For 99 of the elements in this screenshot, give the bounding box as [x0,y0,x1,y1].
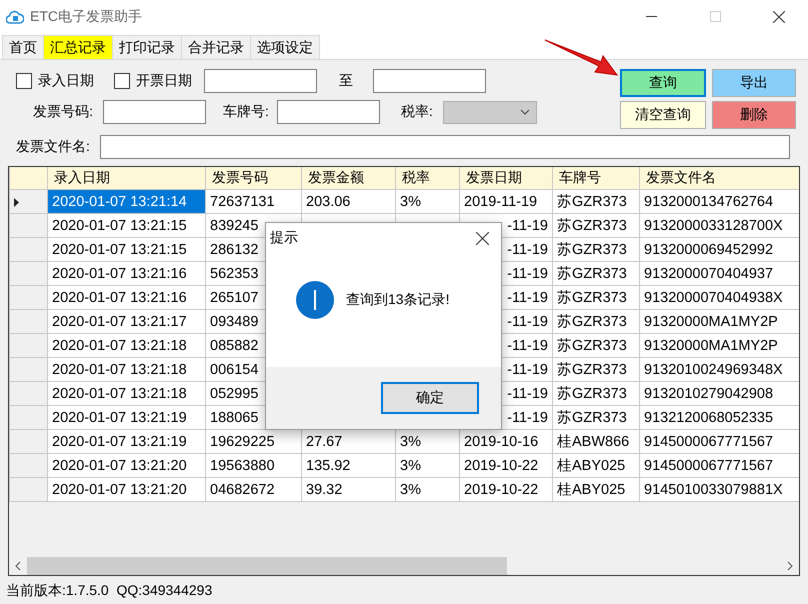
close-icon[interactable] [773,10,785,22]
info-icon [296,281,334,319]
table-cell: 9145010033079881X [640,478,799,502]
table-cell: 9132010279042908 [640,382,799,406]
table-cell: 2020-01-07 13:21:16 [48,262,206,286]
tab[interactable]: 首页 [2,35,44,59]
table-cell: 苏GZR373 [552,190,640,214]
table-cell: 苏GZR373 [552,382,640,406]
action-button[interactable]: 清空查询 [620,101,706,129]
table-cell: 39.32 [302,478,396,502]
table-cell: 2020-01-07 13:21:20 [48,454,206,478]
minimize-icon[interactable] [646,16,656,18]
tab[interactable]: 选项设定 [250,35,320,59]
tax-rate-label: 税率: [400,103,433,121]
row-pointer-icon [14,198,19,206]
table-cell: 苏GZR373 [552,214,640,238]
action-button[interactable]: 删除 [712,101,796,129]
column-header[interactable]: 发票日期 [460,167,552,190]
table-cell: 桂ABY025 [552,454,640,478]
table-cell: 9145000067771567 [640,430,799,454]
table-cell: 2020-01-07 13:21:18 [48,382,206,406]
table-cell: 2020-01-07 13:21:14 [48,190,206,214]
corner-header [10,167,48,190]
table-cell: 苏GZR373 [552,334,640,358]
ok-button[interactable]: 确定 [381,382,479,414]
invoice-number-label: 发票号码: [32,103,93,121]
table-cell: 9132000134762764 [640,190,799,214]
chevron-down-icon [520,109,530,115]
table-cell: 2020-01-07 13:21:18 [48,334,206,358]
table-cell: 2019-11-19 [460,190,552,214]
action-button[interactable]: 导出 [712,69,796,97]
file-name-field[interactable] [100,135,790,159]
scrollbar-thumb[interactable] [27,557,507,575]
checkbox[interactable] [16,73,32,89]
maximize-icon[interactable] [710,11,720,22]
column-header[interactable]: 录入日期 [48,167,206,190]
table-cell: 9132000070404937 [640,262,799,286]
table-cell: 2019-10-16 [460,430,552,454]
table-cell: 91320000MA1MY2P [640,310,799,334]
table-cell: 2020-01-07 13:21:19 [48,430,206,454]
table-cell: 苏GZR373 [552,238,640,262]
column-header[interactable]: 税率 [396,167,460,190]
table-cell: 2020-01-07 13:21:15 [48,214,206,238]
table-cell: 203.06 [302,190,396,214]
table-cell: 27.67 [302,430,396,454]
dialog-message: 查询到13条记录! [346,291,450,309]
table-cell: 9132120068052335 [640,406,799,430]
table-cell: 3% [396,430,460,454]
column-header[interactable]: 发票金额 [302,167,396,190]
table-cell: 9132010024969348X [640,358,799,382]
table-cell: 2019-10-22 [460,454,552,478]
table-cell: 19629225 [206,430,302,454]
window-title: ETC电子发票助手 [30,8,143,26]
table-cell: 3% [396,190,460,214]
table-cell: 2020-01-07 13:21:15 [48,238,206,262]
table-cell: 苏GZR373 [552,358,640,382]
table-cell: 2019-10-22 [460,478,552,502]
table-cell: 9132000033128700X [640,214,799,238]
close-icon[interactable] [476,232,489,244]
table-cell: 04682672 [206,478,302,502]
table-cell: 9132000070404938X [640,286,799,310]
checkbox[interactable] [114,73,130,89]
table-cell: 苏GZR373 [552,262,640,286]
table-cell: 9145000067771567 [640,454,799,478]
table-cell: 135.92 [302,454,396,478]
table-cell: 桂ABW866 [552,430,640,454]
table-cell: 苏GZR373 [552,406,640,430]
table-cell: 3% [396,478,460,502]
table-cell: 苏GZR373 [552,310,640,334]
file-name-label: 发票文件名: [16,138,90,156]
column-header[interactable]: 发票文件名 [640,167,799,190]
table-cell: 2020-01-07 13:21:20 [48,478,206,502]
end-date-field[interactable] [373,69,486,93]
table-cell: 桂ABY025 [552,478,640,502]
table-cell: 19563880 [206,454,302,478]
start-date-field[interactable] [204,69,317,93]
action-button[interactable]: 查询 [620,69,706,97]
column-header[interactable]: 发票号码 [206,167,302,190]
table-cell: 9132000069452992 [640,238,799,262]
tab[interactable]: 汇总记录 [43,35,113,59]
checkbox-label: 开票日期 [136,72,192,90]
tab[interactable]: 打印记录 [112,35,182,59]
table-cell: 91320000MA1MY2P [640,334,799,358]
to-label: 至 [339,72,353,90]
table-cell: 2020-01-07 13:21:16 [48,286,206,310]
tab[interactable]: 合并记录 [181,35,251,59]
table-cell: 3% [396,454,460,478]
table-cell: 2020-01-07 13:21:17 [48,310,206,334]
status-text: 当前版本:1.7.5.0 QQ:349344293 [5,581,214,600]
plate-field[interactable] [276,100,380,124]
table-cell: 2020-01-07 13:21:19 [48,406,206,430]
table-cell: 苏GZR373 [552,286,640,310]
table-cell: 72637131 [206,190,302,214]
plate-label: 车牌号: [223,103,269,121]
row-header[interactable] [10,190,48,214]
column-header[interactable]: 车牌号 [552,167,640,190]
checkbox-label: 录入日期 [38,72,94,90]
invoice-number-field[interactable] [103,100,206,124]
table-cell: 2020-01-07 13:21:18 [48,358,206,382]
